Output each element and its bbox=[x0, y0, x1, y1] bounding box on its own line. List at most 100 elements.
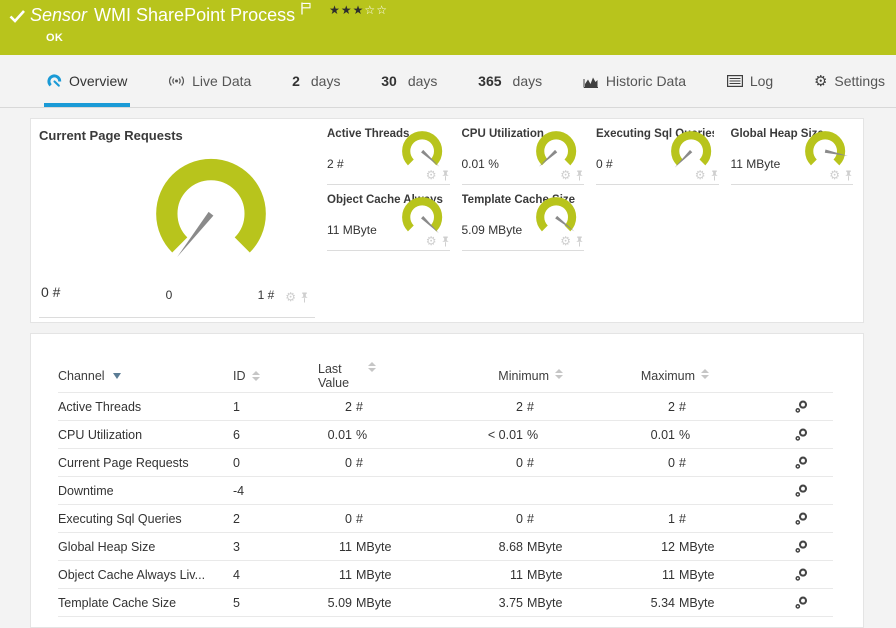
gear-icon[interactable]: ⚙ bbox=[560, 169, 571, 181]
value-number: 8.68 bbox=[498, 539, 523, 554]
tab-settings[interactable]: ⚙ Settings bbox=[811, 55, 888, 107]
gauge-tools: ⚙ bbox=[285, 291, 309, 303]
channel-id: 1 bbox=[233, 399, 240, 414]
tab-overview[interactable]: Overview bbox=[44, 55, 131, 107]
priority-stars[interactable]: ★★★☆☆ bbox=[329, 3, 388, 17]
channel-id: 0 bbox=[233, 455, 240, 470]
value-number: 11 bbox=[510, 567, 523, 582]
table-row-executing-sql-queries: Executing Sql Queries 2 0 #0 #1 # bbox=[58, 505, 833, 533]
pin-icon[interactable] bbox=[441, 236, 450, 247]
maximum-value: 0 # bbox=[573, 456, 725, 470]
channel-settings-wrench-icon[interactable] bbox=[795, 400, 808, 413]
channel-id: 6 bbox=[233, 427, 240, 442]
sensor-kind-label: Sensor bbox=[30, 5, 88, 25]
gauge-scale-min: 0 bbox=[165, 288, 173, 302]
channel-settings-wrench-icon[interactable] bbox=[795, 540, 808, 553]
gauge-active-threads: Active Threads 2 # ⚙ bbox=[327, 125, 450, 185]
star-filled-icon[interactable]: ★ bbox=[353, 3, 365, 17]
last-value: 11 MByte bbox=[318, 540, 402, 554]
channel-settings-wrench-icon[interactable] bbox=[795, 484, 808, 497]
channel-name: Downtime bbox=[58, 483, 114, 498]
gauge-value: 0 # bbox=[596, 157, 613, 171]
maximum-value: 0.01% bbox=[573, 428, 725, 442]
value-unit: MByte bbox=[527, 539, 563, 554]
column-header-channel[interactable]: Channel bbox=[58, 369, 233, 383]
sort-up-arrow bbox=[251, 371, 260, 375]
log-icon bbox=[726, 75, 743, 87]
pin-icon[interactable] bbox=[441, 170, 450, 181]
gauge-value: 0 # bbox=[41, 284, 61, 300]
channel-name: Object Cache Always Liv... bbox=[58, 567, 206, 582]
column-header-label: Maximum bbox=[640, 369, 695, 383]
priority-flag-icon[interactable] bbox=[301, 0, 311, 20]
column-header-minimum[interactable]: Minimum bbox=[402, 369, 573, 383]
channel-name: Template Cache Size bbox=[58, 595, 177, 610]
gear-icon[interactable]: ⚙ bbox=[426, 235, 437, 247]
channel-name: Executing Sql Queries bbox=[58, 511, 182, 526]
tab-2-days[interactable]: 2 days bbox=[289, 55, 343, 107]
column-header-id[interactable]: ID bbox=[233, 369, 318, 383]
gear-icon[interactable]: ⚙ bbox=[285, 291, 296, 303]
column-header-label: Minimum bbox=[498, 369, 549, 383]
gear-icon[interactable]: ⚙ bbox=[695, 169, 706, 181]
tab-label: days bbox=[310, 73, 341, 89]
value-number: 0.01 bbox=[327, 427, 352, 442]
channel-settings-wrench-icon[interactable] bbox=[795, 428, 808, 441]
table-header-row: Channel ID Last Value Minimum Maximum bbox=[58, 360, 833, 393]
pin-icon[interactable] bbox=[575, 170, 584, 181]
overview-panel: Current Page Requests 0 1 # 0 # ⚙ Active… bbox=[30, 118, 864, 323]
channel-settings-wrench-icon[interactable] bbox=[795, 568, 808, 581]
pin-icon[interactable] bbox=[710, 170, 719, 181]
value-unit: # bbox=[679, 399, 686, 414]
gear-icon[interactable]: ⚙ bbox=[426, 169, 437, 181]
channel-settings-wrench-icon[interactable] bbox=[795, 512, 808, 525]
gauge-tools: ⚙ bbox=[426, 169, 450, 181]
sort-icon bbox=[251, 371, 260, 381]
channel-settings-wrench-icon[interactable] bbox=[795, 596, 808, 609]
tab-live-data[interactable]: Live Data bbox=[165, 55, 254, 107]
value-number: 0.01 bbox=[650, 427, 675, 442]
sort-down-arrow bbox=[368, 368, 376, 372]
tab-bar: Overview Live Data 2 days 30 days 365 days Histo… bbox=[0, 55, 896, 108]
pin-icon[interactable] bbox=[844, 170, 853, 181]
channel-tools bbox=[725, 596, 833, 609]
tab-historic-data[interactable]: Historic Data bbox=[580, 55, 689, 107]
tab-log[interactable]: Log bbox=[724, 55, 776, 107]
tab-30-days[interactable]: 30 days bbox=[378, 55, 440, 107]
column-header-last-value[interactable]: Last Value bbox=[318, 362, 402, 390]
pin-icon[interactable] bbox=[575, 236, 584, 247]
tab-365-days[interactable]: 365 days bbox=[475, 55, 545, 107]
value-unit: # bbox=[356, 455, 363, 470]
tab-day-count: 30 bbox=[381, 73, 397, 89]
table-row-cpu-utilization: CPU Utilization 6 0.01% < 0.01% 0.01% bbox=[58, 421, 833, 449]
value-number: 0 bbox=[345, 511, 352, 526]
star-empty-icon[interactable]: ☆ bbox=[364, 3, 376, 17]
minimum-value: 11 MByte bbox=[402, 568, 573, 582]
gauge-cpu-utilization: CPU Utilization 0.01 % ⚙ bbox=[461, 125, 584, 185]
value-number: 3.75 bbox=[498, 595, 523, 610]
value-unit: # bbox=[679, 455, 686, 470]
sort-icon bbox=[555, 369, 563, 383]
channel-tools bbox=[725, 456, 833, 469]
column-header-label: Channel bbox=[58, 369, 105, 383]
channel-id: 3 bbox=[233, 539, 240, 554]
value-unit: MByte bbox=[679, 595, 715, 610]
value-unit: # bbox=[356, 399, 363, 414]
last-value: 0.01% bbox=[318, 428, 402, 442]
value-number: 11 bbox=[339, 567, 352, 582]
primary-gauge-cell: Current Page Requests 0 1 # 0 # ⚙ bbox=[39, 125, 315, 318]
gauge-value: 11 MByte bbox=[327, 223, 377, 237]
pin-icon[interactable] bbox=[300, 292, 309, 303]
channel-name: Active Threads bbox=[58, 399, 142, 414]
gauge-tools: ⚙ bbox=[560, 169, 584, 181]
star-filled-icon[interactable]: ★ bbox=[329, 3, 341, 17]
chart-icon bbox=[583, 75, 599, 88]
star-filled-icon[interactable]: ★ bbox=[341, 3, 353, 17]
gear-icon[interactable]: ⚙ bbox=[829, 169, 840, 181]
star-empty-icon[interactable]: ☆ bbox=[376, 3, 388, 17]
channel-settings-wrench-icon[interactable] bbox=[795, 456, 808, 469]
column-header-maximum[interactable]: Maximum bbox=[573, 369, 725, 383]
gauge-object-cache-always-l: Object Cache Always L...11 MByte⚙ bbox=[327, 191, 450, 251]
gear-icon[interactable]: ⚙ bbox=[560, 235, 571, 247]
table-row-object-cache-always-liv: Object Cache Always Liv... 4 11 MByte 11 MByt… bbox=[58, 561, 833, 589]
